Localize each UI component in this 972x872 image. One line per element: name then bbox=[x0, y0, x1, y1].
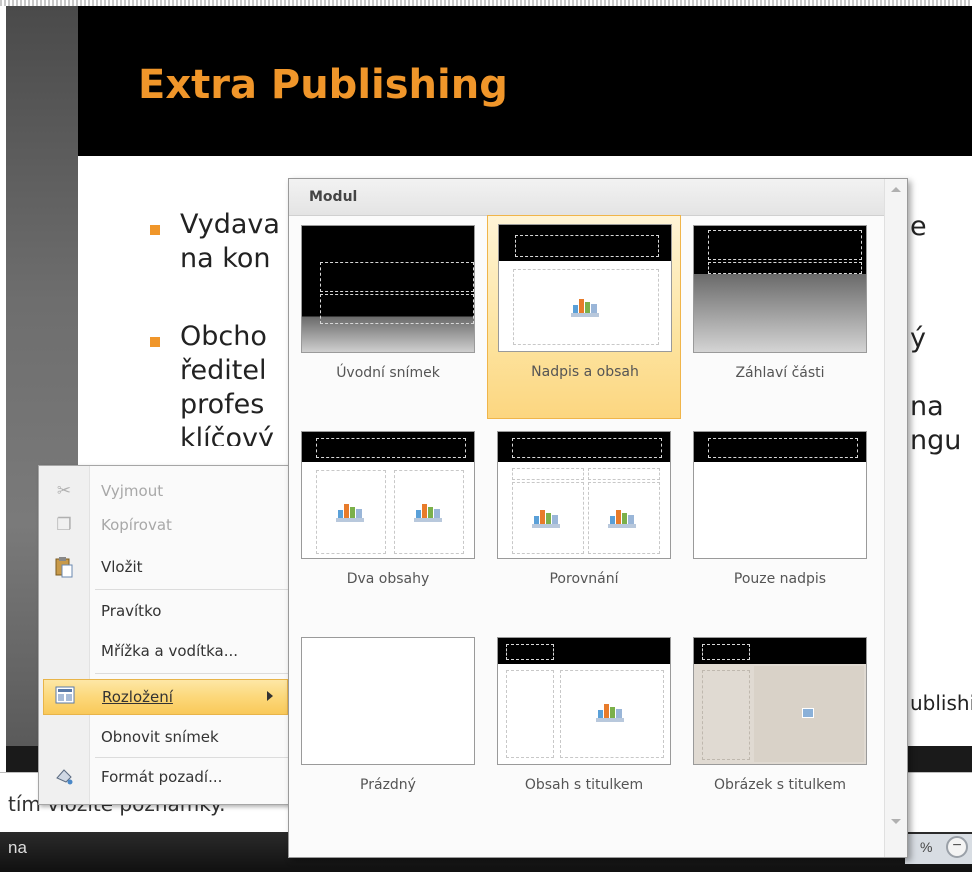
slide-text-line[interactable]: na kon bbox=[180, 244, 271, 274]
layout-content-with-caption[interactable]: Obsah s titulkem bbox=[487, 629, 681, 833]
menu-separator bbox=[95, 589, 290, 590]
submenu-arrow-icon bbox=[267, 691, 273, 701]
menu-separator bbox=[95, 673, 290, 674]
menu-item-paste[interactable]: Vložit bbox=[39, 550, 292, 584]
content-placeholder-icon bbox=[608, 506, 638, 528]
layout-title-slide[interactable]: Úvodní snímek bbox=[291, 217, 485, 421]
paste-icon bbox=[53, 556, 75, 578]
layout-thumbnail bbox=[301, 431, 475, 559]
layout-label: Dva obsahy bbox=[346, 571, 430, 587]
layout-thumbnail bbox=[498, 224, 672, 352]
menu-item-copy[interactable]: ❐ Kopírovat bbox=[39, 508, 292, 542]
bullet-marker bbox=[150, 337, 160, 347]
menu-item-grid-and-guides[interactable]: Mřížka a vodítka... bbox=[39, 634, 292, 668]
menu-item-ruler[interactable]: Pravítko bbox=[39, 594, 292, 628]
layout-icon bbox=[54, 686, 76, 708]
menu-separator bbox=[95, 757, 290, 758]
gallery-scrollbar[interactable] bbox=[884, 179, 907, 857]
slide-text-line[interactable]: Obcho bbox=[180, 322, 267, 352]
layout-title-only[interactable]: Pouze nadpis bbox=[683, 423, 877, 627]
context-menu: ✂ Vyjmout ❐ Kopírovat Vložit Pravítko Mř… bbox=[38, 465, 293, 805]
gallery-title: Modul bbox=[309, 189, 358, 205]
layout-label: Prázdný bbox=[360, 777, 416, 793]
menu-item-label: Obnovit snímek bbox=[101, 728, 219, 746]
layout-thumbnail bbox=[693, 637, 867, 765]
layout-two-content[interactable]: Dva obsahy bbox=[291, 423, 485, 627]
menu-item-layout[interactable]: Rozložení bbox=[43, 679, 288, 715]
menu-item-label: Rozložení bbox=[102, 688, 173, 706]
slide-text-fragment[interactable]: na bbox=[910, 392, 944, 422]
slide-text-fragment[interactable]: ublishi bbox=[910, 688, 972, 718]
layout-title-and-content[interactable]: Nadpis a obsah bbox=[487, 215, 681, 419]
layout-thumbnail bbox=[497, 637, 671, 765]
bullet-marker bbox=[150, 225, 160, 235]
slide-text-line[interactable]: klíčový bbox=[180, 424, 274, 446]
picture-placeholder-icon bbox=[802, 708, 814, 718]
layout-label: Porovnání bbox=[549, 571, 619, 587]
layout-label: Pouze nadpis bbox=[733, 571, 827, 587]
menu-item-label: Pravítko bbox=[101, 602, 162, 620]
menu-item-format-background[interactable]: Formát pozadí... bbox=[39, 760, 292, 794]
scroll-up-icon[interactable] bbox=[891, 187, 901, 192]
layout-blank[interactable]: Prázdný bbox=[291, 629, 485, 833]
menu-item-label: Vyjmout bbox=[101, 482, 164, 500]
layout-label: Obsah s titulkem bbox=[524, 777, 644, 793]
layout-comparison[interactable]: Porovnání bbox=[487, 423, 681, 627]
layout-thumbnail bbox=[693, 431, 867, 559]
slide-text-fragment[interactable]: ý bbox=[910, 324, 926, 354]
menu-item-label: Vložit bbox=[101, 558, 143, 576]
content-placeholder-icon bbox=[336, 500, 366, 522]
layout-gallery: Modul Úvodní snímek Nadpis a obsah Záhla… bbox=[288, 178, 908, 858]
gallery-header: Modul bbox=[289, 179, 885, 216]
menu-item-cut[interactable]: ✂ Vyjmout bbox=[39, 474, 292, 508]
layout-thumbnail bbox=[497, 431, 671, 559]
menu-item-reset-slide[interactable]: Obnovit snímek bbox=[39, 720, 292, 754]
slide-text-line[interactable]: profes bbox=[180, 390, 264, 420]
status-text: na bbox=[8, 838, 27, 857]
layout-section-header[interactable]: Záhlaví části bbox=[683, 217, 877, 421]
menu-item-label: Formát pozadí... bbox=[101, 768, 223, 786]
layout-thumbnail bbox=[693, 225, 867, 353]
layout-label: Úvodní snímek bbox=[336, 365, 440, 381]
layout-thumbnail bbox=[301, 225, 475, 353]
layout-picture-with-caption[interactable]: Obrázek s titulkem bbox=[683, 629, 877, 833]
zoom-label[interactable]: % bbox=[920, 839, 932, 855]
slide-text-line[interactable]: ředitel bbox=[180, 356, 266, 386]
scroll-down-icon[interactable] bbox=[891, 819, 901, 824]
copy-icon: ❐ bbox=[56, 515, 72, 535]
format-background-icon bbox=[53, 766, 75, 788]
menu-item-label: Mřížka a vodítka... bbox=[101, 642, 239, 660]
content-placeholder-icon bbox=[532, 506, 562, 528]
slide-text-fragment[interactable]: e bbox=[910, 212, 927, 242]
content-placeholder-icon bbox=[596, 700, 626, 722]
layout-label: Obrázek s titulkem bbox=[714, 777, 846, 793]
zoom-out-button[interactable]: − bbox=[946, 836, 968, 858]
content-placeholder-icon bbox=[571, 295, 601, 317]
menu-item-label: Kopírovat bbox=[101, 516, 172, 534]
layout-thumbnail bbox=[301, 637, 475, 765]
scissors-icon: ✂ bbox=[56, 481, 72, 501]
slide-title[interactable]: Extra Publishing bbox=[138, 62, 508, 108]
slide-text-fragment[interactable]: ngu bbox=[910, 426, 961, 456]
slide-text-line[interactable]: Vydava bbox=[180, 210, 280, 240]
content-placeholder-icon bbox=[414, 500, 444, 522]
layout-label: Nadpis a obsah bbox=[531, 364, 639, 380]
layout-label: Záhlaví části bbox=[735, 365, 825, 381]
